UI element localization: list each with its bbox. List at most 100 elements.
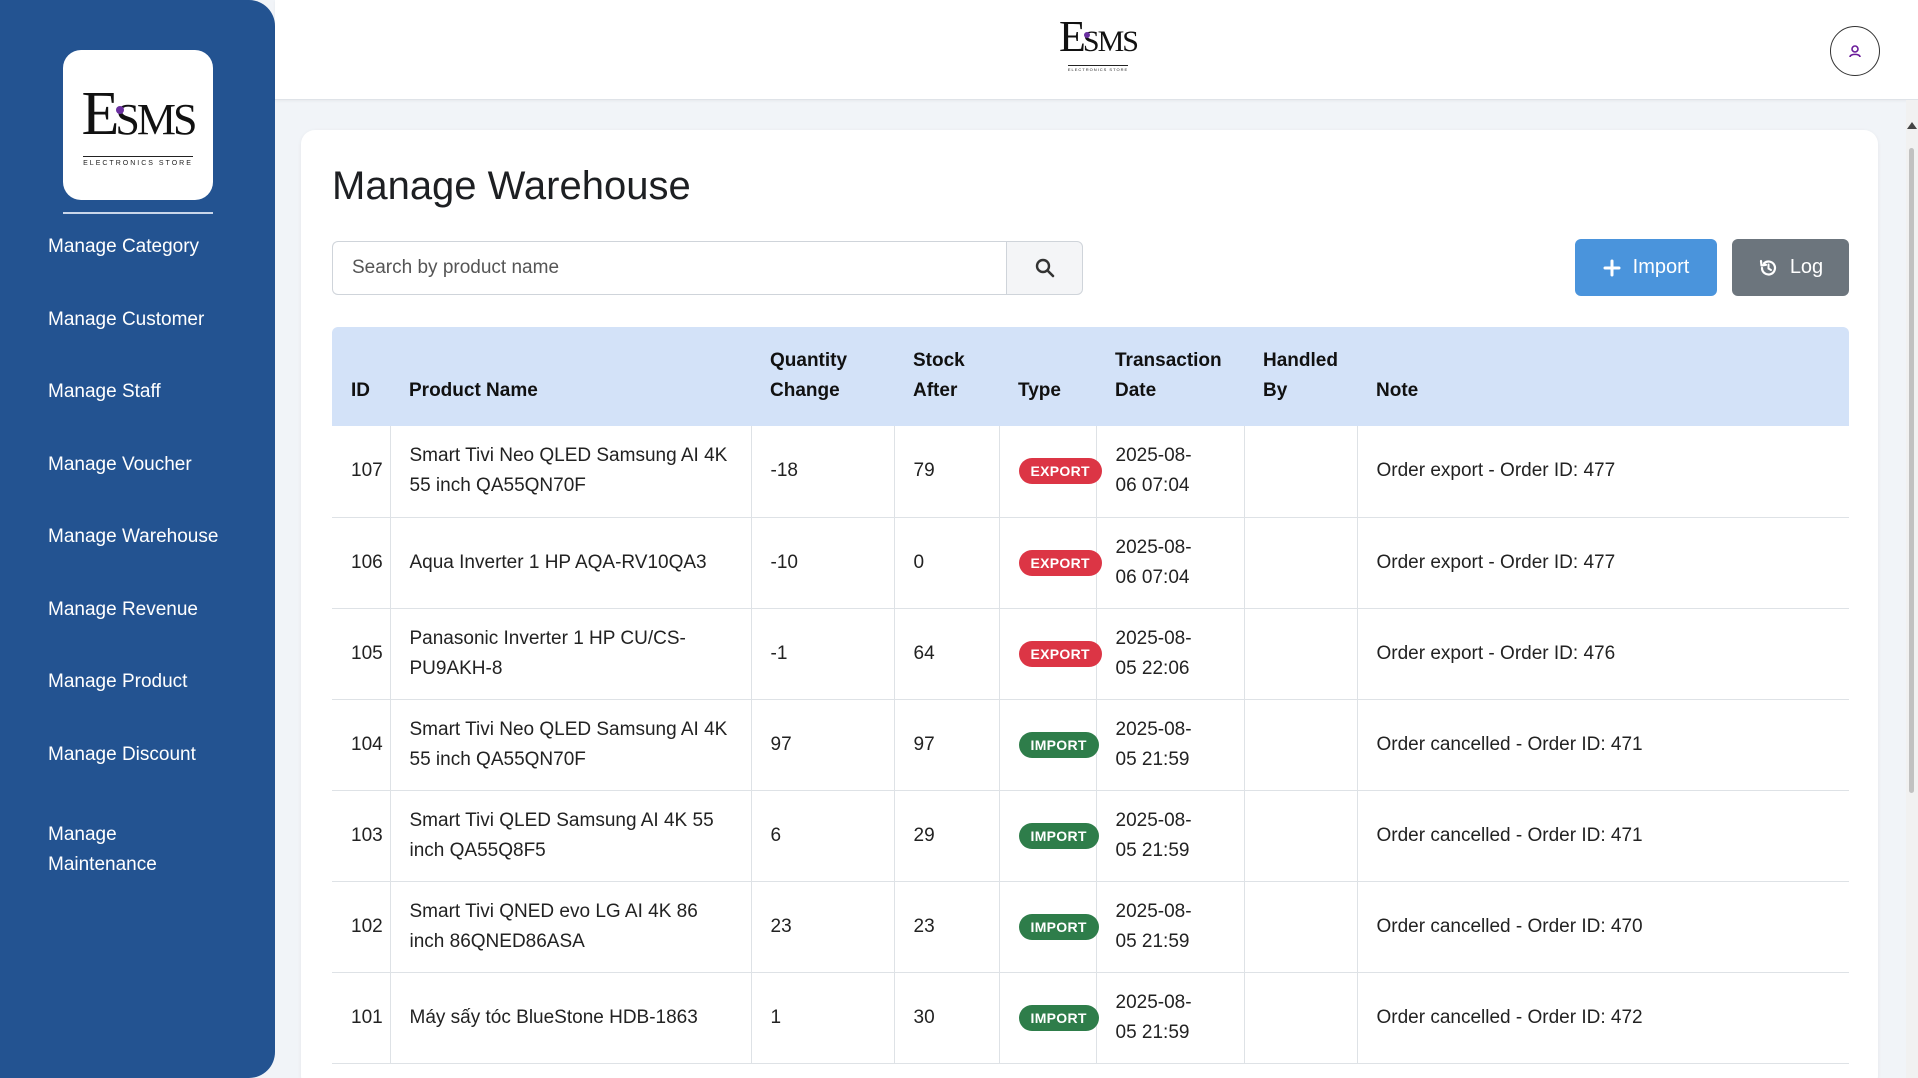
header-logo-subtitle: ELECTRONICS STORE: [1067, 65, 1129, 72]
header-logo[interactable]: ESMS ELECTRONICS STORE: [1059, 15, 1139, 76]
cell-type: IMPORT: [999, 790, 1099, 881]
cell-transaction-date: 2025-08-05 22:06: [1096, 608, 1245, 699]
cell-id: 105: [332, 608, 391, 699]
cell-handled-by: [1244, 699, 1358, 790]
cell-product-name: Panasonic Inverter 1 HP CU/CS-PU9AKH-8: [390, 608, 752, 699]
cell-type: EXPORT: [999, 426, 1102, 517]
user-menu-button[interactable]: [1830, 26, 1880, 76]
brand-logo[interactable]: ESMS ELECTRONICS STORE: [63, 50, 213, 200]
column-header-product-name[interactable]: Product Name: [390, 327, 751, 426]
cell-quantity-change: 97: [751, 699, 895, 790]
cell-stock-after: 64: [894, 608, 1000, 699]
column-header-transaction-date[interactable]: Transaction Date: [1096, 327, 1244, 426]
cell-quantity-change: -10: [751, 517, 895, 608]
table-row[interactable]: 106 Aqua Inverter 1 HP AQA-RV10QA3 -10 0…: [332, 517, 1849, 608]
sidebar-divider: [63, 212, 213, 214]
cell-stock-after: 23: [894, 881, 1000, 972]
search-button[interactable]: [1006, 241, 1083, 295]
cell-type: IMPORT: [999, 972, 1099, 1063]
search-bar: [332, 241, 1083, 295]
scroll-up-arrow[interactable]: [1907, 122, 1917, 129]
type-badge: IMPORT: [1018, 913, 1099, 940]
cell-product-name: Máy sấy tóc BlueStone HDB-1863: [390, 972, 752, 1063]
cell-note: Order export - Order ID: 476: [1376, 642, 1616, 664]
table-header-row: ID Product Name Quantity Change Stock Af…: [332, 327, 1849, 426]
search-icon: [1035, 258, 1054, 278]
sidebar-item-discount[interactable]: Manage Discount: [48, 740, 258, 813]
cell-note: Order cancelled - Order ID: 470: [1376, 915, 1643, 937]
table-row[interactable]: 103 Smart Tivi QLED Samsung AI 4K 55 inc…: [332, 790, 1849, 881]
sidebar-item-revenue[interactable]: Manage Revenue: [48, 595, 258, 668]
logo-subtitle: ELECTRONICS STORE: [83, 155, 193, 167]
user-icon: [1849, 45, 1861, 58]
import-button[interactable]: Import: [1575, 239, 1717, 296]
cell-handled-by: [1244, 881, 1358, 972]
cell-id: 106: [332, 517, 391, 608]
cell-product-name: Smart Tivi Neo QLED Samsung AI 4K 55 inc…: [390, 699, 752, 790]
column-header-stock-after[interactable]: Stock After: [894, 327, 999, 426]
page-title: Manage Warehouse: [332, 164, 691, 208]
cell-note: Order cancelled - Order ID: 472: [1376, 1006, 1643, 1028]
cell-type: IMPORT: [999, 881, 1099, 972]
table-row[interactable]: 105 Panasonic Inverter 1 HP CU/CS-PU9AKH…: [332, 608, 1849, 699]
import-button-label: Import: [1632, 256, 1690, 278]
table-row[interactable]: 107 Smart Tivi Neo QLED Samsung AI 4K 55…: [332, 426, 1849, 517]
plus-icon: [1603, 259, 1621, 276]
cell-handled-by: [1244, 972, 1358, 1063]
cell-note: Order export - Order ID: 477: [1376, 551, 1616, 573]
sidebar-item-category[interactable]: Manage Category: [48, 232, 258, 305]
sidebar-item-maintenance[interactable]: Manage Maintenance: [48, 812, 178, 885]
cell-handled-by: [1244, 517, 1358, 608]
column-header-quantity-change[interactable]: Quantity Change: [751, 327, 894, 426]
cell-id: 103: [332, 790, 391, 881]
type-badge: EXPORT: [1018, 640, 1102, 667]
search-input[interactable]: [332, 241, 1006, 295]
cell-product-name: Aqua Inverter 1 HP AQA-RV10QA3: [390, 517, 752, 608]
cell-type: EXPORT: [999, 517, 1102, 608]
scrollbar-thumb[interactable]: [1909, 148, 1914, 793]
cell-id: 102: [332, 881, 391, 972]
type-badge: IMPORT: [1018, 1004, 1099, 1031]
cell-stock-after: 0: [894, 517, 1000, 608]
cell-transaction-date: 2025-08-05 21:59: [1096, 881, 1245, 972]
log-button-label: Log: [1789, 256, 1824, 278]
table-body: 107 Smart Tivi Neo QLED Samsung AI 4K 55…: [332, 426, 1849, 1063]
cell-type: EXPORT: [999, 608, 1102, 699]
sidebar: ESMS ELECTRONICS STORE Manage Category M…: [0, 0, 275, 1078]
cell-transaction-date: 2025-08-05 21:59: [1096, 972, 1245, 1063]
sidebar-item-staff[interactable]: Manage Staff: [48, 377, 258, 450]
cell-id: 104: [332, 699, 391, 790]
cell-handled-by: [1244, 790, 1358, 881]
cell-note: Order export - Order ID: 477: [1376, 460, 1616, 482]
cell-stock-after: 97: [894, 699, 1000, 790]
column-header-type[interactable]: Type: [999, 327, 1096, 426]
cell-note: Order cancelled - Order ID: 471: [1376, 733, 1643, 755]
cell-id: 107: [332, 426, 391, 517]
table-row[interactable]: 101 Máy sấy tóc BlueStone HDB-1863 1 30 …: [332, 972, 1849, 1063]
log-button[interactable]: Log: [1732, 239, 1849, 296]
type-badge: IMPORT: [1018, 731, 1099, 758]
column-header-id[interactable]: ID: [332, 327, 390, 426]
sidebar-item-warehouse[interactable]: Manage Warehouse: [48, 522, 258, 595]
cell-type: IMPORT: [999, 699, 1099, 790]
cell-quantity-change: -18: [751, 426, 895, 517]
sidebar-item-voucher[interactable]: Manage Voucher: [48, 450, 258, 523]
cell-note: Order cancelled - Order ID: 471: [1376, 824, 1643, 846]
cell-handled-by: [1244, 608, 1358, 699]
column-header-note[interactable]: Note: [1357, 327, 1849, 426]
cell-product-name: Smart Tivi QLED Samsung AI 4K 55 inch QA…: [390, 790, 752, 881]
column-header-handled-by[interactable]: Handled By: [1244, 327, 1357, 426]
cell-transaction-date: 2025-08-06 07:04: [1096, 426, 1245, 517]
cell-product-name: Smart Tivi Neo QLED Samsung AI 4K 55 inc…: [390, 426, 752, 517]
cell-stock-after: 29: [894, 790, 1000, 881]
cell-transaction-date: 2025-08-05 21:59: [1096, 790, 1245, 881]
type-badge: EXPORT: [1018, 549, 1102, 576]
table-row[interactable]: 104 Smart Tivi Neo QLED Samsung AI 4K 55…: [332, 699, 1849, 790]
sidebar-item-product[interactable]: Manage Product: [48, 667, 258, 740]
warehouse-table: ID Product Name Quantity Change Stock Af…: [332, 327, 1849, 1064]
history-icon: [1759, 259, 1776, 276]
top-bar: ESMS ELECTRONICS STORE: [275, 0, 1918, 100]
sidebar-item-customer[interactable]: Manage Customer: [48, 305, 258, 378]
cell-transaction-date: 2025-08-05 21:59: [1096, 699, 1245, 790]
table-row[interactable]: 102 Smart Tivi QNED evo LG AI 4K 86 inch…: [332, 881, 1849, 972]
